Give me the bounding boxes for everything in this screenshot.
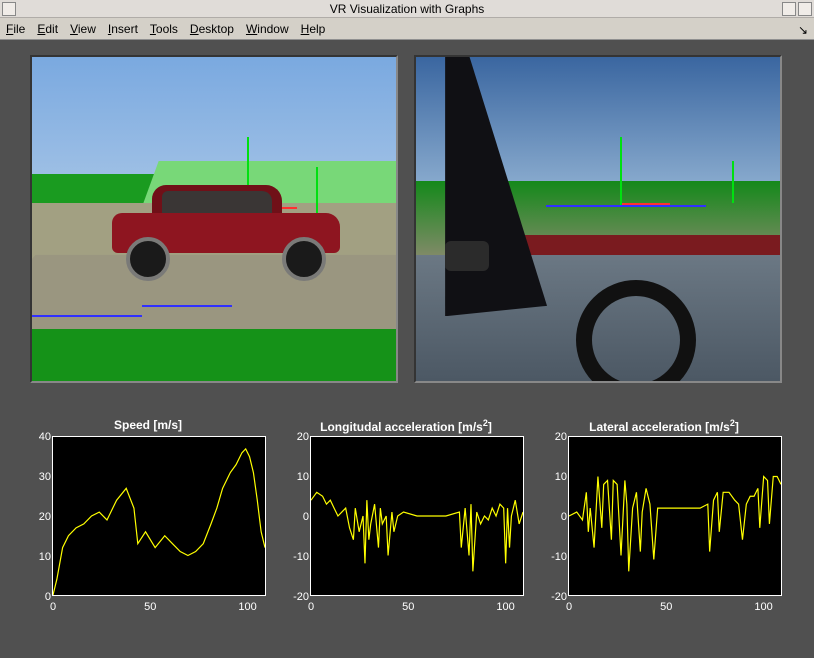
- xtick: 50: [660, 601, 672, 613]
- menu-tools[interactable]: Tools: [150, 22, 178, 36]
- xtick: 0: [566, 601, 572, 613]
- ytick: 20: [31, 511, 51, 523]
- chart-long-accel: Longitudal acceleration [m/s2] -20-10010…: [288, 418, 524, 628]
- figure-area: Speed [m/s] 010203040050100 Longitudal a…: [0, 40, 814, 658]
- xtick: 0: [50, 601, 56, 613]
- ytick: -10: [289, 551, 309, 563]
- axes[interactable]: -20-1001020050100: [568, 436, 782, 596]
- menu-insert[interactable]: Insert: [108, 22, 138, 36]
- data-line: [569, 477, 781, 572]
- maximize-button[interactable]: [798, 2, 812, 16]
- menu-edit[interactable]: Edit: [37, 22, 58, 36]
- xtick: 0: [308, 601, 314, 613]
- ytick: -20: [289, 591, 309, 603]
- ytick: 10: [31, 551, 51, 563]
- menu-view[interactable]: View: [70, 22, 96, 36]
- minimize-button[interactable]: [782, 2, 796, 16]
- xtick: 50: [144, 601, 156, 613]
- xtick: 100: [754, 601, 772, 613]
- ytick: 0: [31, 591, 51, 603]
- axes[interactable]: -20-1001020050100: [310, 436, 524, 596]
- system-menu-icon[interactable]: [2, 2, 16, 16]
- ytick: 20: [289, 431, 309, 443]
- side-mirror-icon: [445, 241, 489, 271]
- chart-title: Lateral acceleration [m/s2]: [546, 418, 782, 434]
- chart-lat-accel: Lateral acceleration [m/s2] -20-10010200…: [546, 418, 782, 628]
- viewport-driver[interactable]: [414, 55, 782, 383]
- xtick: 100: [238, 601, 256, 613]
- xtick: 50: [402, 601, 414, 613]
- chart-title: Speed [m/s]: [30, 418, 266, 434]
- ytick: -10: [547, 551, 567, 563]
- menu-window[interactable]: Window: [246, 22, 289, 36]
- resize-grip-icon[interactable]: ↘: [798, 23, 808, 37]
- window-buttons: [782, 2, 812, 16]
- car-model-icon: [112, 179, 340, 279]
- data-line: [53, 449, 265, 595]
- menubar: File Edit View Insert Tools Desktop Window Help…: [0, 18, 814, 40]
- ytick: 40: [31, 431, 51, 443]
- ytick: 10: [289, 471, 309, 483]
- axes[interactable]: 010203040050100: [52, 436, 266, 596]
- ytick: 20: [547, 431, 567, 443]
- window-title: VR Visualization with Graphs: [330, 2, 485, 16]
- ytick: 0: [289, 511, 309, 523]
- chart-speed: Speed [m/s] 010203040050100: [30, 418, 266, 628]
- menu-file[interactable]: File: [6, 22, 25, 36]
- menu-desktop[interactable]: Desktop: [190, 22, 234, 36]
- ytick: -20: [547, 591, 567, 603]
- titlebar: VR Visualization with Graphs: [0, 0, 814, 18]
- menu-help[interactable]: Help: [301, 22, 326, 36]
- data-line: [311, 492, 523, 571]
- ytick: 10: [547, 471, 567, 483]
- viewport-exterior[interactable]: [30, 55, 398, 383]
- chart-title: Longitudal acceleration [m/s2]: [288, 418, 524, 434]
- ytick: 0: [547, 511, 567, 523]
- ytick: 30: [31, 471, 51, 483]
- xtick: 100: [496, 601, 514, 613]
